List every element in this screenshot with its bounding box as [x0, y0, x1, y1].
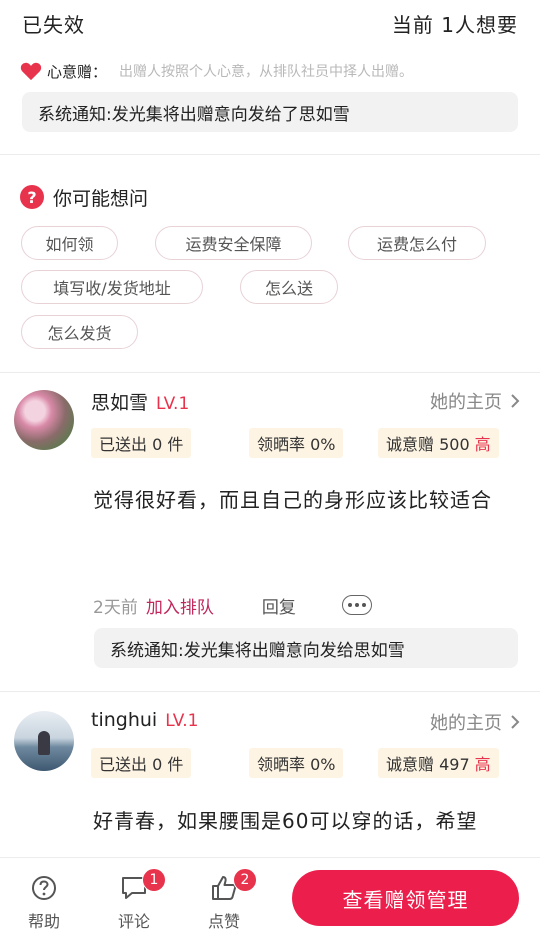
faq-chip-how-to-ship[interactable]: 怎么发货 [21, 315, 138, 349]
level-badge: LV.1 [156, 394, 190, 414]
heart-icon [20, 62, 42, 81]
status-label: 已失效 [22, 12, 85, 37]
review-rate-tag: 领晒率 0% [249, 428, 344, 458]
faq-chip-how-to-send[interactable]: 怎么送 [240, 270, 338, 304]
sent-count-tag: 已送出 0 件 [91, 748, 192, 778]
comment-meta: 2天前 加入排队 回复 [93, 592, 372, 618]
gift-rule-label: 心意赠： [47, 62, 108, 81]
gift-rule: 心意赠： 出赠人按照个人心意，从排队社员中择人出赠。 [20, 58, 520, 84]
comment-username[interactable]: 思如雪 LV.1 [91, 388, 189, 415]
home-link-label: 她的主页 [430, 392, 502, 413]
like-label: 点赞 [207, 912, 240, 931]
sincerity-level: 高 [474, 755, 491, 774]
help-icon [32, 876, 56, 900]
system-notice: 系统通知:发光集将出赠意向发给思如雪 [94, 628, 518, 668]
faq-chip-shipping-safety[interactable]: 运费安全保障 [155, 226, 312, 260]
faq-chip-shipping-payment[interactable]: 运费怎么付 [348, 226, 486, 260]
level-badge: LV.1 [165, 711, 199, 731]
avatar[interactable] [14, 390, 74, 450]
reply-button[interactable]: 回复 [262, 593, 296, 618]
comment-text: 觉得很好看，而且自己的身形应该比较适合 [93, 488, 492, 512]
divider [0, 691, 540, 692]
username[interactable]: 思如雪 [91, 388, 148, 415]
sincerity-value: 诚意赠 497 [386, 755, 470, 774]
view-gift-management-button[interactable]: 查看赠领管理 [292, 870, 519, 926]
faq-title: ? 你可能想问 [20, 183, 148, 211]
header-row: 已失效 当前 1人想要 [22, 8, 518, 38]
more-options-icon[interactable] [341, 595, 372, 615]
like-badge: 2 [233, 868, 257, 892]
help-button[interactable]: 帮助 [19, 874, 69, 932]
sincerity-level: 高 [474, 435, 491, 454]
comment-username[interactable]: tinghui LV.1 [91, 709, 198, 731]
join-queue-button[interactable]: 加入排队 [146, 593, 214, 618]
help-label: 帮助 [27, 912, 60, 931]
chevron-right-icon [511, 394, 520, 408]
comment-text: 好青春，如果腰围是60可以穿的话，希望 [93, 809, 478, 833]
divider [0, 154, 540, 155]
divider [0, 372, 540, 373]
system-notice-top: 系统通知:发光集将出赠意向发给了思如雪 [22, 92, 518, 132]
gift-rule-description: 出赠人按照个人心意，从排队社员中择人出赠。 [119, 64, 414, 80]
home-link[interactable]: 她的主页 [430, 709, 520, 735]
sincerity-tag: 诚意赠 500 高 [378, 428, 499, 458]
avatar[interactable] [14, 711, 74, 771]
sent-count-tag: 已送出 0 件 [91, 428, 192, 458]
comment-badge: 1 [142, 868, 166, 892]
username[interactable]: tinghui [91, 709, 157, 731]
comment-label: 评论 [117, 912, 150, 931]
home-link-label: 她的主页 [430, 713, 502, 734]
comment-time: 2天前 [93, 597, 138, 618]
faq-title-text: 你可能想问 [53, 187, 149, 210]
question-icon: ? [20, 185, 44, 209]
faq-chip-address[interactable]: 填写收/发货地址 [21, 270, 203, 304]
want-count: 当前 1人想要 [391, 12, 518, 37]
sincerity-tag: 诚意赠 497 高 [378, 748, 499, 778]
chevron-right-icon [511, 715, 520, 729]
bottom-bar: 帮助 评论 1 点赞 2 查看赠领管理 [0, 857, 540, 952]
home-link[interactable]: 她的主页 [430, 388, 520, 414]
faq-chip-how-to-claim[interactable]: 如何领 [21, 226, 118, 260]
sincerity-value: 诚意赠 500 [386, 435, 470, 454]
review-rate-tag: 领晒率 0% [249, 748, 344, 778]
